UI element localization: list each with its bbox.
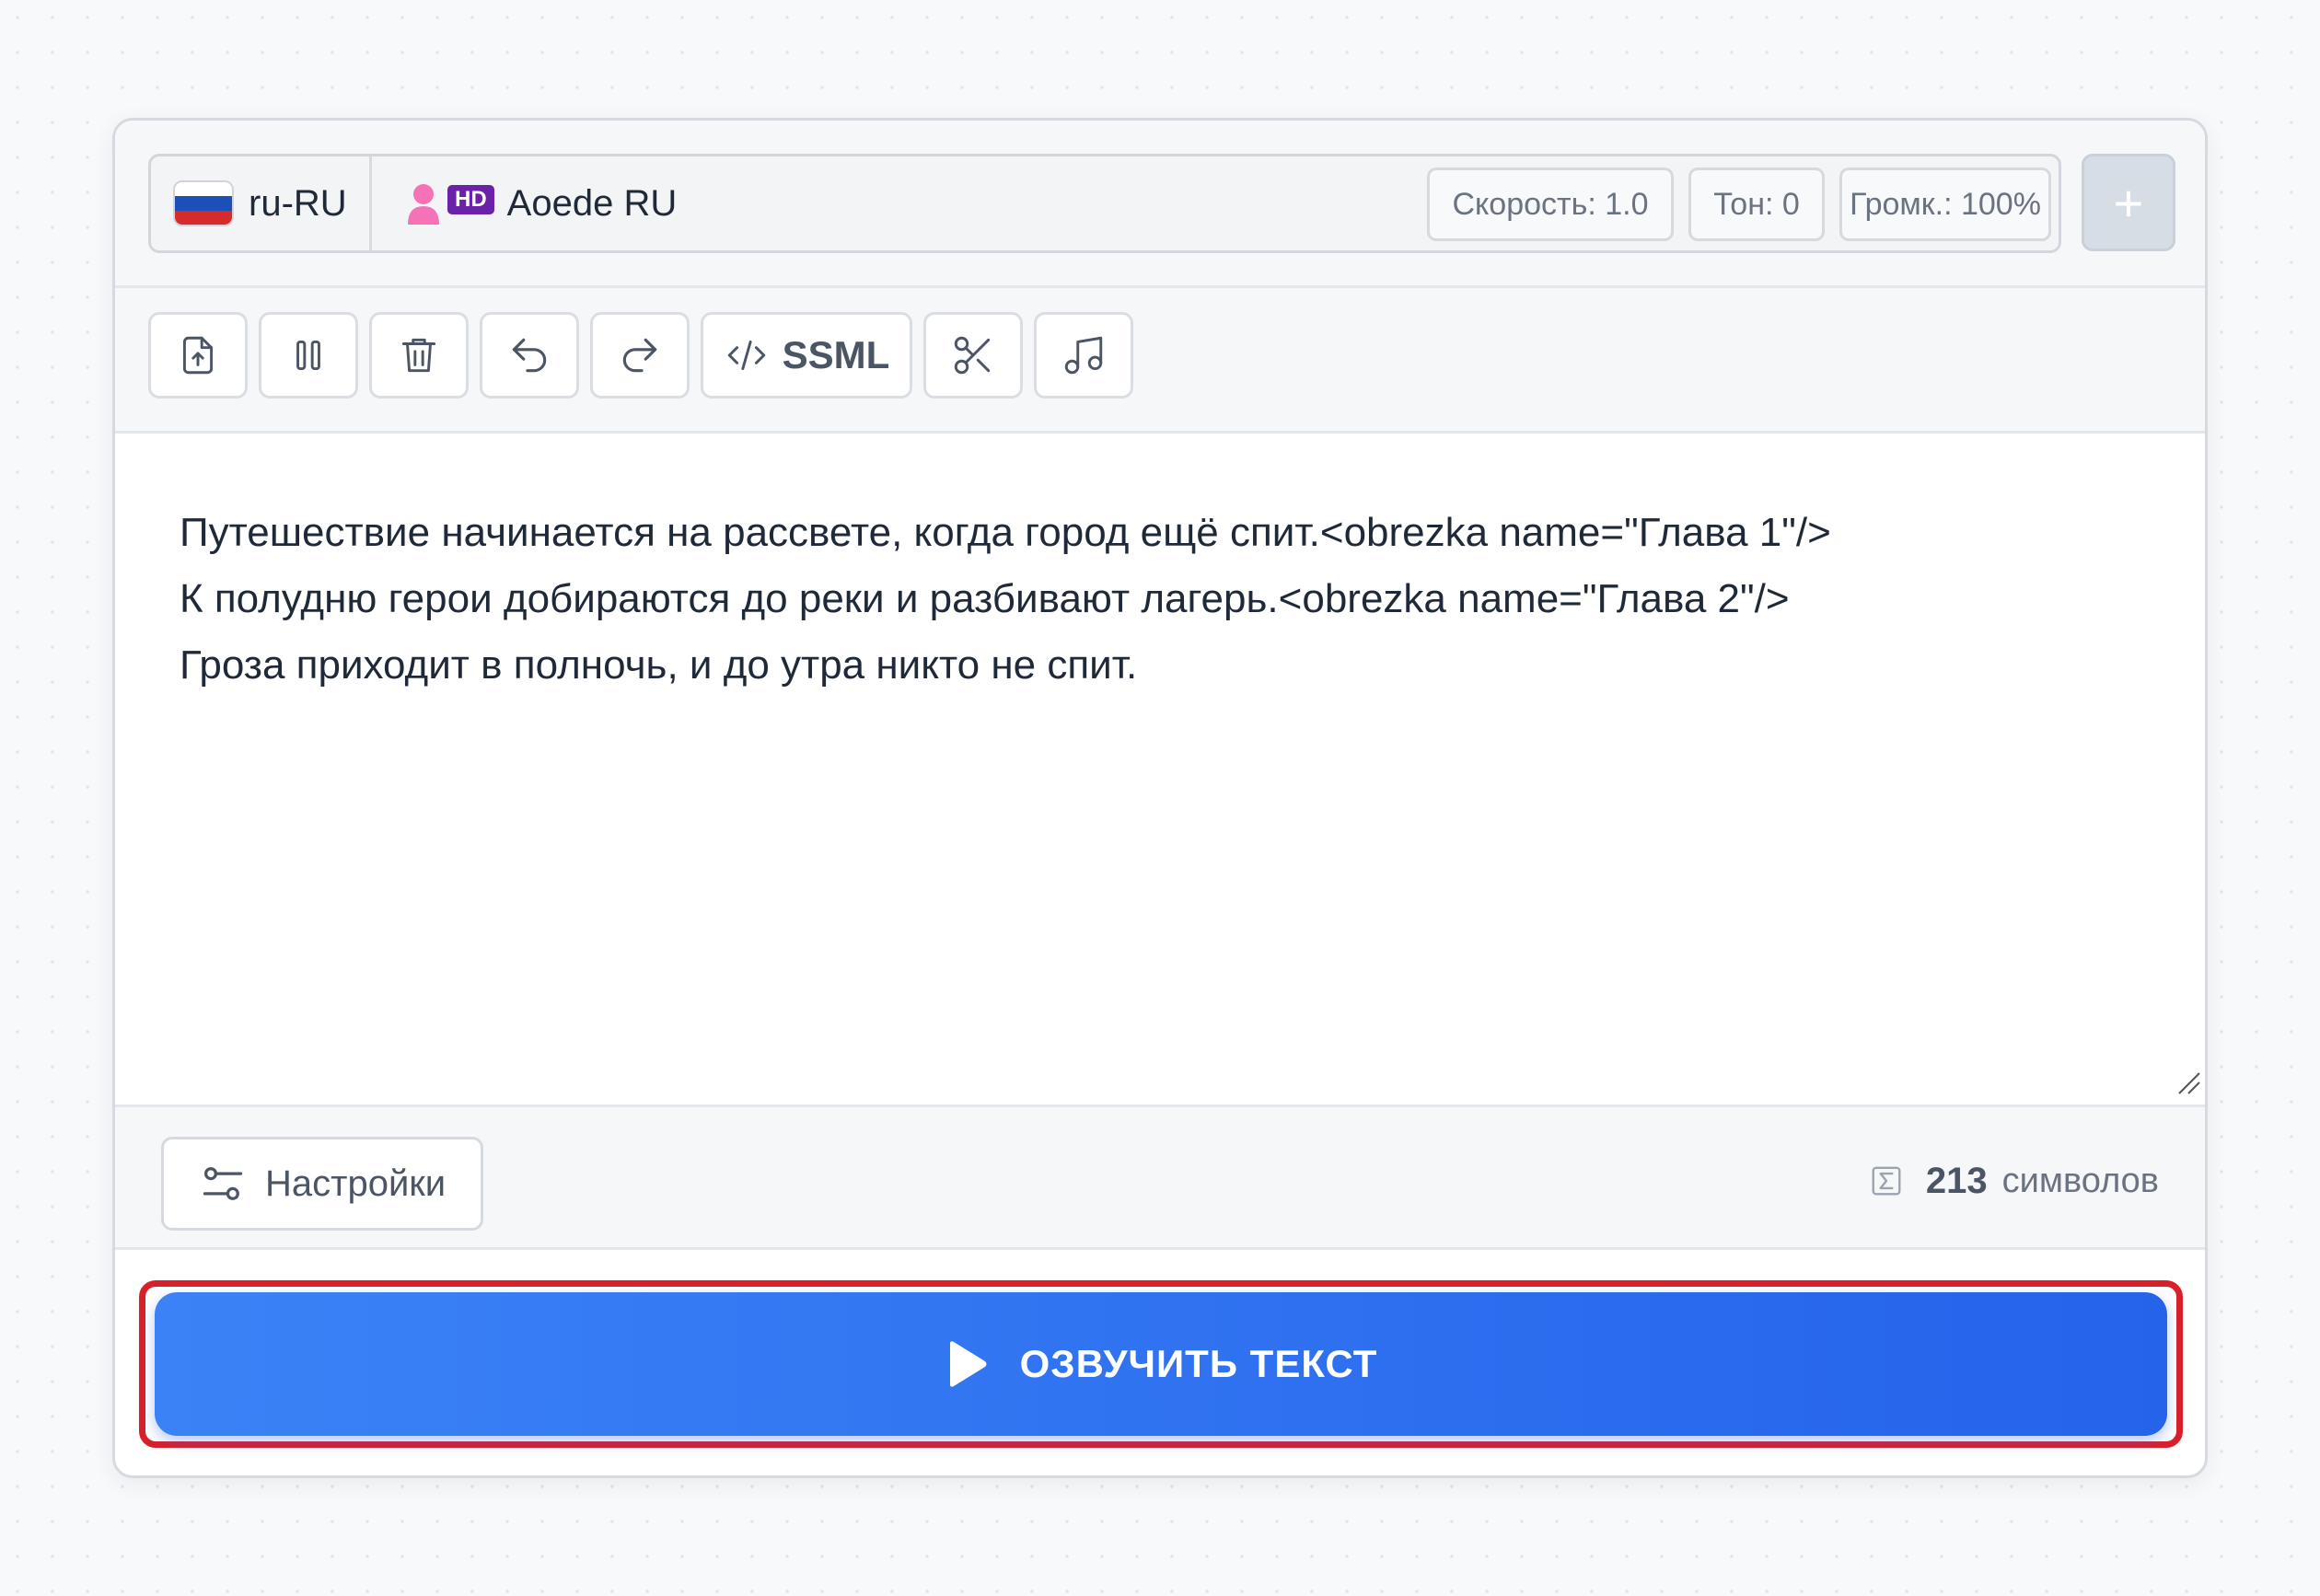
volume-control[interactable]: Громк.: 100%	[1839, 168, 2051, 241]
sigma-icon	[1872, 1166, 1901, 1196]
pitch-control[interactable]: Тон: 0	[1688, 168, 1825, 241]
resize-handle-icon[interactable]	[2174, 1068, 2201, 1095]
char-count-value: 213	[1925, 1160, 1988, 1201]
pause-icon	[296, 340, 320, 371]
speak-text-button[interactable]: ОЗВУЧИТЬ ТЕКСТ	[155, 1292, 2167, 1436]
female-voice-icon	[405, 180, 446, 226]
editor-toolbar: SSML	[115, 288, 2205, 434]
undo-button[interactable]	[480, 312, 579, 399]
trash-icon	[401, 338, 436, 373]
ssml-label: SSML	[782, 333, 890, 376]
russia-flag-icon	[173, 180, 234, 226]
editor-line: К полудню герои добираются до реки и раз…	[180, 576, 1790, 621]
voice-name: Aoede RU	[506, 182, 678, 224]
cut-button[interactable]	[923, 312, 1023, 399]
upload-icon	[182, 336, 214, 375]
tts-panel: ru-RU HD Aoede RU Скорость: 1.0 Тон: 0 Г…	[112, 118, 2208, 1478]
character-counter: 213 символов	[1869, 1153, 2159, 1209]
editor-footer: Настройки 213 символов	[115, 1104, 2205, 1250]
ssml-button[interactable]: SSML	[701, 312, 912, 399]
hd-badge: HD	[447, 185, 494, 214]
speak-button-highlight: ОЗВУЧИТЬ ТЕКСТ	[139, 1280, 2183, 1448]
scissors-icon	[954, 336, 991, 375]
editor-line: Гроза приходит в полночь, и до утра никт…	[180, 642, 1138, 688]
settings-button[interactable]: Настройки	[161, 1137, 483, 1231]
code-icon	[727, 340, 765, 371]
redo-icon	[622, 338, 657, 373]
settings-label: Настройки	[265, 1162, 447, 1204]
play-icon	[949, 1341, 987, 1387]
text-editor[interactable]: Путешествие начинается на рассвете, когд…	[115, 434, 2205, 1104]
redo-button[interactable]	[590, 312, 690, 399]
upload-file-button[interactable]	[148, 312, 248, 399]
voice-selector[interactable]: ru-RU HD Aoede RU Скорость: 1.0 Тон: 0 Г…	[148, 154, 2061, 253]
language-label: ru-RU	[249, 182, 347, 224]
sliders-icon	[203, 1167, 243, 1200]
language-selector[interactable]: ru-RU	[151, 156, 372, 250]
music-note-icon	[1064, 336, 1103, 375]
voice-name-selector[interactable]: HD Aoede RU	[405, 156, 677, 250]
clear-button[interactable]	[369, 312, 469, 399]
pause-button[interactable]	[259, 312, 358, 399]
add-voice-button[interactable]: +	[2082, 154, 2175, 251]
music-button[interactable]	[1034, 312, 1133, 399]
speak-label: ОЗВУЧИТЬ ТЕКСТ	[1019, 1342, 1378, 1385]
editor-line: Путешествие начинается на рассвете, когд…	[180, 510, 1831, 555]
undo-icon	[512, 338, 547, 373]
speed-control[interactable]: Скорость: 1.0	[1427, 168, 1674, 241]
voice-bar: ru-RU HD Aoede RU Скорость: 1.0 Тон: 0 Г…	[115, 121, 2205, 288]
char-count-unit: символов	[2001, 1161, 2159, 1200]
